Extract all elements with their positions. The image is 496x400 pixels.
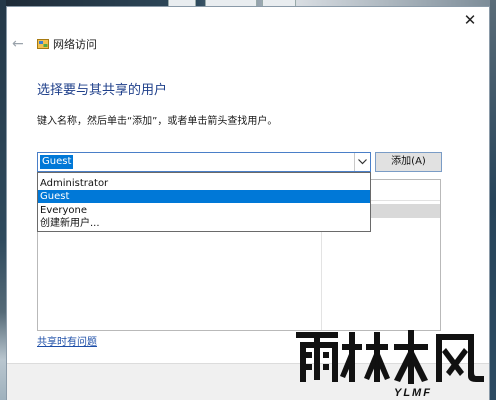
back-arrow-icon: ← [12, 36, 24, 52]
dropdown-item-create-new-user[interactable]: 创建新用户... [38, 217, 370, 230]
close-button[interactable]: ✕ [457, 9, 483, 31]
chevron-down-icon [358, 159, 367, 165]
dropdown-item-guest[interactable]: Guest [38, 190, 370, 203]
user-dropdown-list: Administrator Guest Everyone 创建新用户... [37, 172, 371, 232]
back-button[interactable]: ← [12, 35, 30, 53]
network-share-icon [37, 39, 49, 49]
combo-dropdown-button[interactable] [354, 153, 370, 171]
dropdown-item-administrator[interactable]: Administrator [38, 177, 370, 190]
logo-subtext: YLMF [394, 387, 432, 399]
list-row-highlight [368, 204, 440, 218]
user-combo-box[interactable]: Guest [37, 152, 371, 172]
close-icon: ✕ [463, 11, 477, 29]
help-link[interactable]: 共享时有问题 [37, 333, 97, 348]
instruction-text: 键入名称，然后单击“添加”，或者单击箭头查找用户。 [37, 116, 278, 127]
page-heading: 选择要与其共享的用户 [37, 83, 168, 98]
desktop-background-right [490, 0, 496, 400]
window-title: 网络访问 [53, 38, 97, 51]
add-button[interactable]: 添加(A) [375, 152, 442, 172]
combo-selected-value: Guest [40, 155, 74, 169]
dropdown-item-everyone[interactable]: Everyone [38, 204, 370, 217]
ylmf-logo: YLMF [296, 330, 484, 399]
